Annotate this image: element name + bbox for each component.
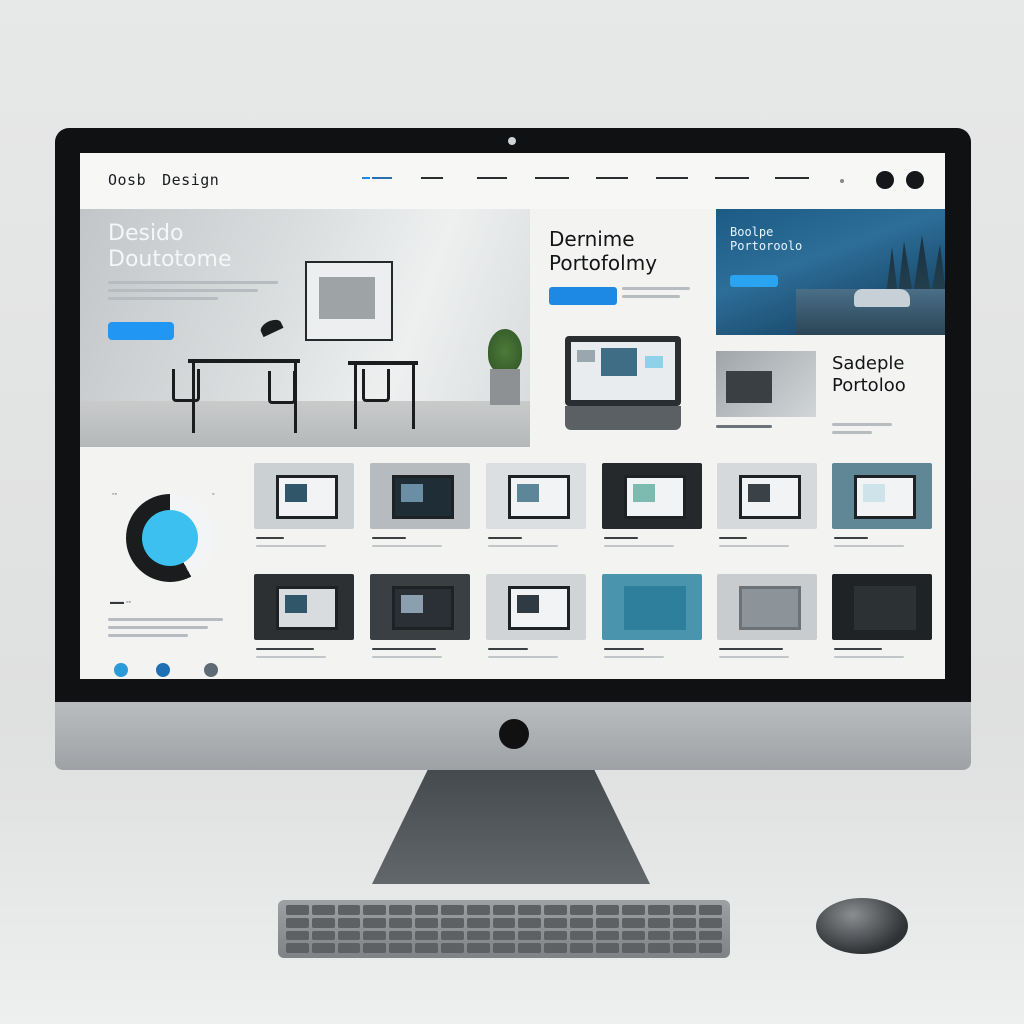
hero-description bbox=[108, 281, 278, 305]
banner-button[interactable] bbox=[730, 275, 778, 287]
portfolio-tile-11[interactable] bbox=[717, 574, 817, 640]
keyboard[interactable] bbox=[278, 900, 730, 958]
top-navbar: Oosb Design bbox=[80, 153, 945, 209]
sample-description bbox=[832, 423, 912, 439]
portfolio-tile-3[interactable] bbox=[486, 463, 586, 529]
hero-floor bbox=[80, 401, 530, 447]
portfolio-tile-5[interactable] bbox=[717, 463, 817, 529]
featured-banner[interactable]: Boolpe Portoroolo bbox=[716, 209, 945, 335]
social-dot-icon[interactable] bbox=[114, 663, 128, 677]
chair-image bbox=[172, 369, 200, 402]
nav-links bbox=[352, 175, 822, 183]
sample-portfolio-heading: Sadeple Portoloo bbox=[832, 353, 906, 396]
portfolio-tile-8[interactable] bbox=[370, 574, 470, 640]
nav-link-6[interactable] bbox=[642, 175, 702, 183]
donut-chart-icon bbox=[126, 494, 214, 582]
monitor-stand bbox=[372, 770, 650, 884]
sample-thumbnail-caption bbox=[716, 425, 776, 433]
mouse[interactable] bbox=[816, 898, 908, 954]
portfolio-tile-2[interactable] bbox=[370, 463, 470, 529]
nav-link-3[interactable] bbox=[462, 175, 522, 183]
stat-description bbox=[108, 618, 223, 642]
plant-image bbox=[488, 329, 522, 373]
car-image bbox=[854, 289, 910, 307]
social-dot-icon-3[interactable] bbox=[204, 663, 218, 677]
monitor-chin bbox=[55, 702, 971, 770]
nav-link-1[interactable] bbox=[352, 175, 402, 183]
portfolio-tile-10[interactable] bbox=[602, 574, 702, 640]
hero-cta-button[interactable] bbox=[108, 322, 174, 340]
portfolio-description bbox=[622, 287, 690, 303]
nav-link-8[interactable] bbox=[762, 175, 822, 183]
social-dot-icon-2[interactable] bbox=[156, 663, 170, 677]
nav-link-4[interactable] bbox=[522, 175, 582, 183]
portfolio-tile-6[interactable] bbox=[832, 463, 932, 529]
webcam-icon bbox=[508, 137, 516, 145]
nav-link-2[interactable] bbox=[402, 175, 462, 183]
profile-circle-icon[interactable] bbox=[876, 171, 894, 189]
portfolio-cta-button[interactable] bbox=[549, 287, 617, 305]
wall-art-image bbox=[305, 261, 393, 341]
brand-logo[interactable]: Oosb Design bbox=[108, 171, 235, 189]
hero-title: Desido Doutotome bbox=[108, 221, 232, 272]
website-screen: Oosb Design Desido Doutotome Dernime Por… bbox=[80, 153, 945, 679]
portfolio-tile-7[interactable] bbox=[254, 574, 354, 640]
brand-right: Design bbox=[162, 171, 220, 189]
sample-thumbnail[interactable] bbox=[716, 351, 816, 417]
portfolio-heading: Dernime Portofolmy bbox=[549, 227, 658, 275]
banner-title: Boolpe Portoroolo bbox=[730, 225, 803, 253]
brand-left: Oosb bbox=[108, 171, 147, 189]
portfolio-tile-4[interactable] bbox=[602, 463, 702, 529]
portfolio-tile-9[interactable] bbox=[486, 574, 586, 640]
nav-link-5[interactable] bbox=[582, 175, 642, 183]
menu-dot-icon[interactable] bbox=[840, 179, 844, 183]
settings-circle-icon[interactable] bbox=[906, 171, 924, 189]
stat-caption: ▬▬ ◦◦ bbox=[110, 599, 131, 606]
desk-lamp-image bbox=[258, 316, 284, 338]
nav-link-7[interactable] bbox=[702, 175, 762, 183]
hero-section: Desido Doutotome bbox=[80, 209, 530, 447]
stat-marker-left: ◦◦ bbox=[112, 491, 117, 498]
portfolio-tile-1[interactable] bbox=[254, 463, 354, 529]
stat-marker-right: ◦ bbox=[212, 491, 215, 498]
forest-image bbox=[886, 235, 945, 295]
monitor-logo-icon bbox=[499, 719, 529, 749]
portfolio-tile-12[interactable] bbox=[832, 574, 932, 640]
desk-image bbox=[188, 359, 300, 363]
laptop-image bbox=[565, 336, 681, 406]
